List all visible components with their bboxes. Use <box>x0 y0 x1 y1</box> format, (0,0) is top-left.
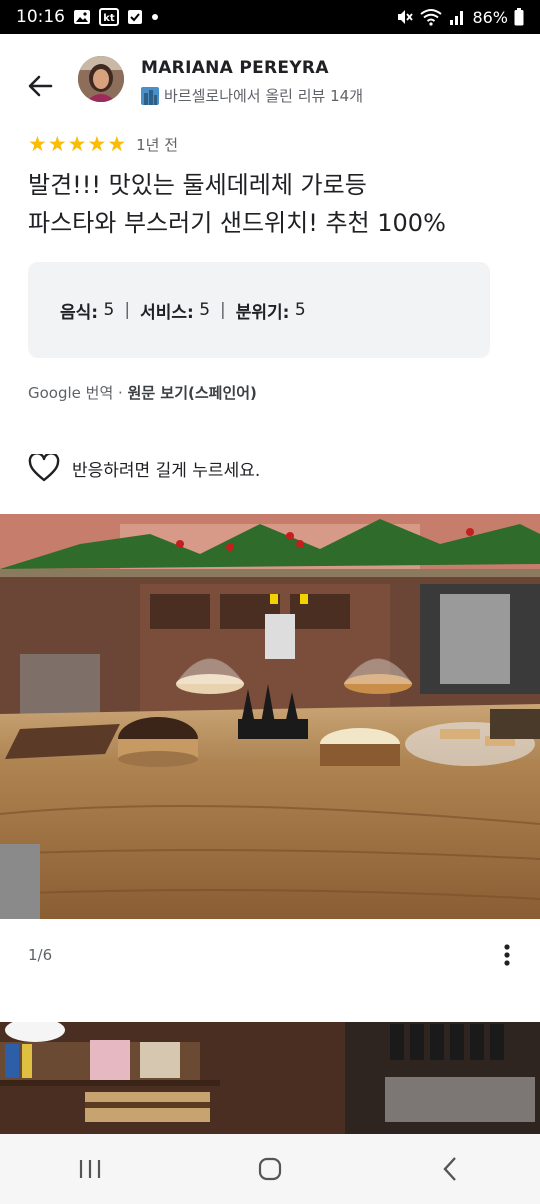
review-time: 1년 전 <box>136 136 179 154</box>
avatar[interactable] <box>78 56 124 102</box>
review-text: 발견!!! 맛있는 둘세데레체 가로등 파스타와 부스러기 샌드위치! 추천 1… <box>28 166 518 242</box>
arrow-back-icon <box>28 75 53 97</box>
star-rating: ★ ★ ★ ★ ★ <box>28 134 126 155</box>
home-icon <box>258 1157 282 1181</box>
translation-row: Google 번역 · 원문 보기(스페인어) <box>28 382 257 403</box>
back-button[interactable] <box>22 68 58 104</box>
review-sheet: MARIANA PEREYRA 바르셀로나에서 올린 리뷰 14개 ★ ★ ★ … <box>0 34 540 1134</box>
view-original-link[interactable]: 원문 보기(스페인어) <box>128 384 257 402</box>
atmosphere-label: 분위기: <box>235 302 290 323</box>
reviewer-meta-text: 바르셀로나에서 올린 리뷰 14개 <box>164 87 363 105</box>
star-icon: ★ <box>67 132 87 156</box>
clock: 10:16 <box>16 7 65 27</box>
scores-box: 음식: 5 | 서비스: 5 | 분위기: 5 <box>28 262 490 358</box>
star-icon: ★ <box>28 132 47 156</box>
battery-icon <box>514 8 524 26</box>
score-separator: | <box>220 300 226 320</box>
reviewer-header: MARIANA PEREYRA 바르셀로나에서 올린 리뷰 14개 <box>0 56 540 116</box>
heart-icon[interactable] <box>28 454 60 482</box>
dot-icon <box>151 13 159 21</box>
reviewer-meta: 바르셀로나에서 올린 리뷰 14개 <box>141 85 363 106</box>
kt-icon: kt <box>99 8 119 26</box>
photo-counter: 1/6 <box>28 946 53 964</box>
score-separator: | <box>124 300 131 320</box>
star-icon: ★ <box>107 132 127 156</box>
rating-row: ★ ★ ★ ★ ★ 1년 전 <box>28 134 178 155</box>
food-label: 음식: <box>60 302 99 323</box>
more-vert-icon <box>504 944 510 966</box>
recent-apps-button[interactable] <box>60 1144 120 1194</box>
reviewer-name[interactable]: MARIANA PEREYRA <box>141 58 329 78</box>
translation-source: Google 번역 · <box>28 384 128 402</box>
image-icon <box>73 9 91 25</box>
local-guide-city-icon <box>141 86 159 105</box>
system-back-button[interactable] <box>420 1144 480 1194</box>
reaction-hint: 반응하려면 길게 누르세요. <box>72 460 261 481</box>
service-value: 5 <box>199 300 211 320</box>
chevron-left-icon <box>443 1157 456 1181</box>
service-label: 서비스: <box>140 302 194 323</box>
more-options-button[interactable] <box>494 938 520 972</box>
review-photo-next[interactable] <box>0 1022 540 1134</box>
review-line-1: 발견!!! 맛있는 둘세데레체 가로등 <box>28 171 367 199</box>
wifi-icon <box>420 8 443 26</box>
review-photo[interactable] <box>0 514 540 919</box>
review-line-2: 파스타와 부스러기 샌드위치! 추천 100% <box>28 209 446 237</box>
svg-text:kt: kt <box>103 13 115 24</box>
check-icon <box>127 9 143 25</box>
food-value: 5 <box>103 300 115 320</box>
atmosphere-value: 5 <box>294 300 306 320</box>
recent-apps-icon <box>79 1160 101 1178</box>
battery-percent: 86% <box>472 7 508 27</box>
reaction-row[interactable]: 반응하려면 길게 누르세요. <box>28 454 260 482</box>
star-icon: ★ <box>87 132 107 156</box>
system-nav-bar <box>0 1134 540 1204</box>
signal-icon <box>448 8 466 26</box>
home-button[interactable] <box>240 1144 300 1194</box>
status-bar: 10:16 kt 86% <box>0 0 540 34</box>
mute-icon <box>396 8 414 26</box>
star-icon: ★ <box>47 132 67 156</box>
